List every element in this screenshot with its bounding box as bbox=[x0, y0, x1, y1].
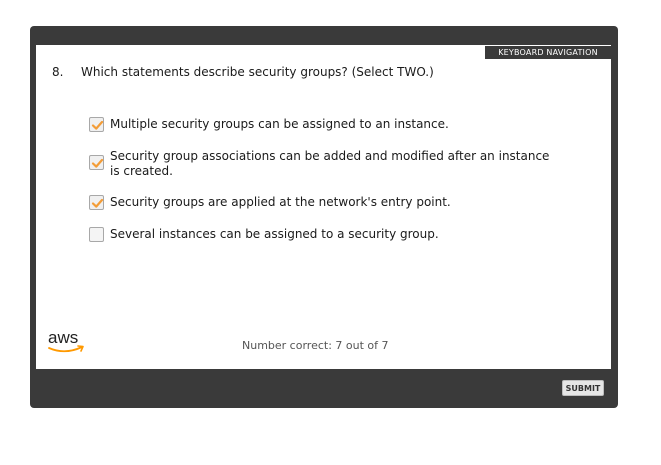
option-4[interactable]: Several instances can be assigned to a s… bbox=[89, 227, 559, 243]
question-number: 8. bbox=[52, 65, 64, 79]
checkmark-icon bbox=[91, 198, 104, 208]
option-label: Multiple security groups can be assigned… bbox=[110, 117, 449, 131]
aws-logo: aws bbox=[46, 328, 88, 359]
checkbox-unchecked[interactable] bbox=[89, 227, 104, 242]
submit-button[interactable]: SUBMIT bbox=[562, 380, 604, 396]
checkbox-checked[interactable] bbox=[89, 195, 104, 210]
option-1[interactable]: Multiple security groups can be assigned… bbox=[89, 117, 559, 133]
option-label: Security group associations can be added… bbox=[110, 149, 550, 178]
score-text: Number correct: 7 out of 7 bbox=[242, 339, 389, 352]
checkmark-icon bbox=[91, 120, 104, 130]
aws-logo-text: aws bbox=[48, 329, 78, 347]
checkmark-icon bbox=[91, 158, 104, 168]
checkbox-checked[interactable] bbox=[89, 117, 104, 132]
option-2[interactable]: Security group associations can be added… bbox=[89, 149, 559, 187]
option-label: Security groups are applied at the netwo… bbox=[110, 195, 451, 209]
option-label: Several instances can be assigned to a s… bbox=[110, 227, 439, 241]
checkbox-checked[interactable] bbox=[89, 155, 104, 170]
option-3[interactable]: Security groups are applied at the netwo… bbox=[89, 195, 559, 211]
question-text: Which statements describe security group… bbox=[81, 65, 434, 79]
keyboard-navigation-button[interactable]: KEYBOARD NAVIGATION bbox=[485, 46, 611, 59]
